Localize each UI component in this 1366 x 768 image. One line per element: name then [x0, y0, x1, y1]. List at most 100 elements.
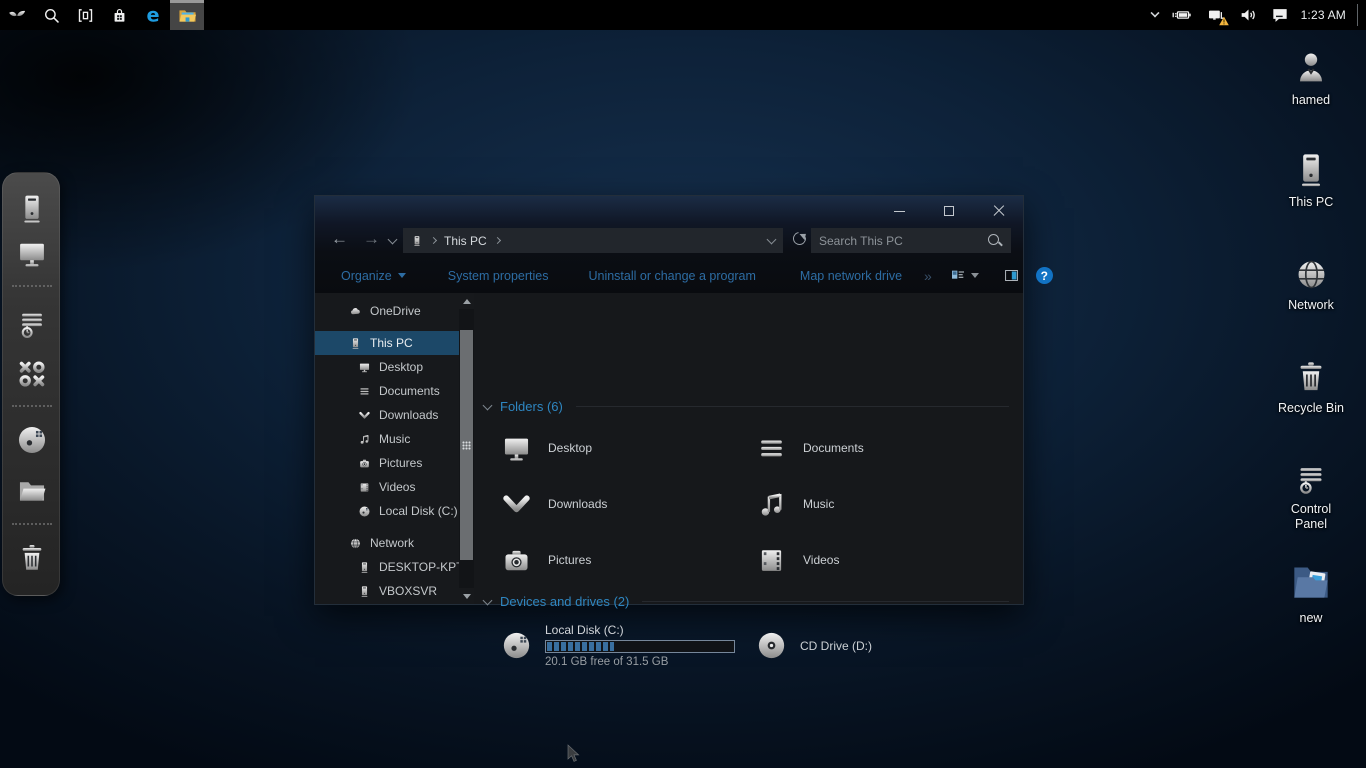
change-view-button[interactable]	[950, 268, 979, 284]
store-button[interactable]	[102, 0, 136, 30]
recent-locations-chevron-icon[interactable]	[388, 235, 398, 245]
system-properties-button[interactable]: System properties	[448, 269, 549, 283]
folder-item-pictures[interactable]: Pictures	[500, 532, 755, 588]
drive-item-local-disk-c[interactable]: Local Disk (C:) 20.1 GB free of 31.5 GB	[500, 623, 755, 668]
start-button[interactable]	[0, 0, 34, 30]
folder-item-downloads[interactable]: Downloads	[500, 476, 755, 532]
collapse-chevron-icon[interactable]	[483, 400, 493, 410]
taskbar-search-button[interactable]	[34, 0, 68, 30]
file-explorer-icon	[177, 5, 198, 26]
desktop-icon-network[interactable]: Network	[1269, 256, 1353, 313]
navpane-item-vboxsvr[interactable]: VBOXSVR	[315, 579, 459, 603]
dock-recycle-bin-icon[interactable]	[15, 541, 49, 575]
dock-folder-icon[interactable]	[15, 473, 49, 507]
disk-free-space: 20.1 GB free of 31.5 GB	[545, 656, 735, 668]
trash-icon	[1292, 358, 1330, 396]
dock-games-icon[interactable]	[15, 357, 49, 391]
dock-control-panel-icon[interactable]	[15, 307, 49, 341]
control-panel-icon	[1293, 461, 1329, 497]
music-note-icon	[358, 433, 371, 446]
music-note-icon	[755, 488, 788, 521]
organize-menu[interactable]: Organize	[341, 269, 406, 283]
edge-button[interactable]: e	[136, 0, 170, 30]
help-button[interactable]: ?	[1036, 267, 1053, 284]
show-desktop-divider[interactable]	[1357, 4, 1358, 26]
globe-icon	[349, 537, 362, 550]
folder-item-desktop[interactable]: Desktop	[500, 420, 755, 476]
edge-icon: e	[142, 4, 164, 26]
refresh-button[interactable]	[793, 232, 808, 247]
address-dropdown-chevron-icon[interactable]	[767, 234, 777, 244]
close-button[interactable]	[985, 202, 1013, 220]
computer-icon	[358, 561, 371, 574]
navpane-item-pictures[interactable]: Pictures	[315, 451, 459, 475]
drive-item-cd-d[interactable]: CD Drive (D:)	[755, 623, 1010, 668]
desktop-icon-new[interactable]: new	[1269, 556, 1353, 626]
address-computer-icon	[411, 235, 423, 247]
disk-icon	[500, 629, 533, 662]
network-status-icon[interactable]	[1205, 5, 1227, 25]
section-header-rule	[576, 406, 1009, 407]
scrollbar-thumb[interactable]	[460, 330, 473, 560]
monitor-icon	[358, 361, 371, 374]
battery-icon[interactable]	[1170, 4, 1194, 26]
taskbar-clock[interactable]: 1:23 AM	[1301, 8, 1346, 22]
dock-display-icon[interactable]	[15, 237, 49, 271]
maximize-button[interactable]	[935, 202, 963, 220]
command-bar: Organize System properties Uninstall or …	[315, 258, 1023, 293]
start-icon	[6, 4, 28, 26]
devices-section-header[interactable]: Devices and drives (2)	[484, 594, 1009, 609]
minimize-icon	[894, 211, 905, 212]
desktop-icon-this-pc[interactable]: This PC	[1269, 150, 1353, 210]
navpane-item-music[interactable]: Music	[315, 427, 459, 451]
navpane-item-downloads[interactable]: Downloads	[315, 403, 459, 427]
navpane-item-onedrive[interactable]: OneDrive	[315, 299, 459, 323]
content-pane: Folders (6) Desktop Documents Downloads …	[474, 293, 1023, 604]
volume-icon[interactable]	[1238, 5, 1259, 25]
folder-item-videos[interactable]: Videos	[755, 532, 1010, 588]
search-icon	[987, 233, 1003, 249]
document-lines-icon	[358, 385, 371, 398]
desktop-icon-hamed[interactable]: hamed	[1269, 48, 1353, 108]
folder-item-music[interactable]: Music	[755, 476, 1010, 532]
desktop-icon-control-panel[interactable]: Control Panel	[1269, 461, 1353, 532]
navpane-item-desktop-kpt6f[interactable]: DESKTOP-KPT6F	[315, 555, 459, 579]
view-options-icon	[950, 268, 966, 284]
globe-icon	[1293, 256, 1330, 293]
address-bar[interactable]: This PC	[403, 228, 783, 253]
cloud-icon	[349, 305, 362, 318]
preview-pane-icon	[1003, 268, 1020, 283]
uninstall-program-button[interactable]: Uninstall or change a program	[588, 269, 755, 283]
folder-item-documents[interactable]: Documents	[755, 420, 1010, 476]
forward-button[interactable]: →	[363, 229, 380, 249]
navpane-item-local-disk-c[interactable]: Local Disk (C:)	[315, 499, 459, 523]
search-box[interactable]	[811, 228, 1011, 253]
navpane-item-this-pc[interactable]: This PC	[315, 331, 459, 355]
folders-section-header[interactable]: Folders (6)	[484, 399, 1009, 414]
scroll-up-button[interactable]	[459, 293, 474, 309]
navpane-item-network[interactable]: Network	[315, 531, 459, 555]
minimize-button[interactable]	[885, 202, 913, 220]
search-input[interactable]	[811, 234, 987, 248]
chevron-down-icon	[358, 409, 371, 422]
breadcrumb-this-pc[interactable]: This PC	[444, 234, 487, 248]
warning-icon	[1218, 15, 1230, 27]
navpane-item-documents[interactable]: Documents	[315, 379, 459, 403]
toolbar-overflow-button[interactable]: »	[924, 268, 932, 284]
task-view-button[interactable]	[68, 0, 102, 30]
dock-disc-icon[interactable]	[15, 423, 49, 457]
scroll-down-button[interactable]	[459, 588, 474, 604]
desktop-icon-recycle-bin[interactable]: Recycle Bin	[1269, 358, 1353, 416]
hidden-icons-chevron-icon[interactable]	[1150, 8, 1159, 17]
navpane-item-desktop[interactable]: Desktop	[315, 355, 459, 379]
collapse-chevron-icon[interactable]	[483, 595, 493, 605]
navpane-scrollbar[interactable]	[459, 293, 474, 604]
preview-pane-button[interactable]	[1003, 268, 1020, 283]
action-center-icon[interactable]	[1270, 5, 1290, 25]
file-explorer-button[interactable]	[170, 0, 204, 30]
dock-computer-icon[interactable]	[15, 192, 49, 226]
back-button[interactable]: ←	[331, 229, 348, 249]
map-network-drive-button[interactable]: Map network drive	[800, 269, 902, 283]
mouse-cursor	[567, 744, 581, 764]
navpane-item-videos[interactable]: Videos	[315, 475, 459, 499]
